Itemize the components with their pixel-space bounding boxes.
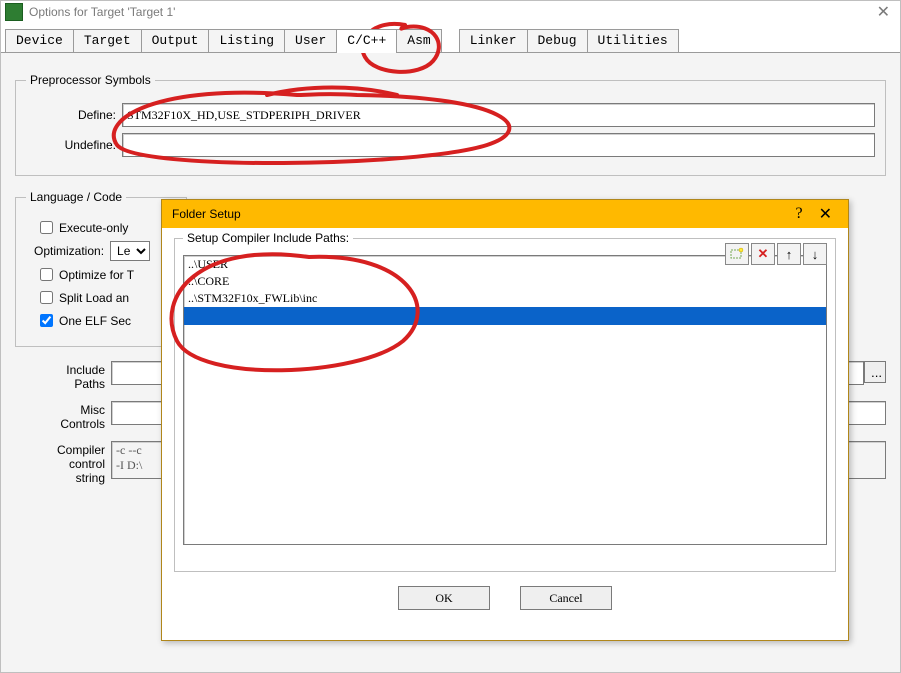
tab-listing[interactable]: Listing [208, 29, 285, 52]
include-paths-group: Setup Compiler Include Paths: ✕ ↑ ↓ ..\U… [174, 238, 836, 572]
list-item-selected[interactable] [184, 307, 826, 325]
optimization-label: Optimization: [34, 244, 104, 258]
undefine-label: Undefine: [26, 138, 116, 152]
list-item[interactable]: ..\CORE [184, 273, 826, 290]
tab-output[interactable]: Output [141, 29, 210, 52]
preprocessor-group: Preprocessor Symbols Define: Undefine: [15, 73, 886, 176]
one-elf-checkbox[interactable] [40, 314, 53, 327]
modal-title: Folder Setup [172, 207, 785, 221]
modal-ok-button[interactable]: OK [398, 586, 490, 610]
tab-target[interactable]: Target [73, 29, 142, 52]
include-paths-label: Include Paths [15, 361, 105, 391]
folder-setup-dialog: Folder Setup ? ✕ Setup Compiler Include … [161, 199, 849, 641]
include-paths-browse-button[interactable]: ... [864, 361, 886, 383]
language-legend: Language / Code [26, 190, 126, 204]
compiler-string-label: Compiler control string [15, 441, 105, 485]
move-up-icon[interactable]: ↑ [777, 243, 801, 265]
new-folder-icon[interactable] [725, 243, 749, 265]
split-load-checkbox[interactable] [40, 291, 53, 304]
modal-close-icon[interactable]: ✕ [813, 204, 838, 224]
optimize-time-label: Optimize for T [59, 268, 134, 282]
define-label: Define: [26, 108, 116, 122]
preprocessor-legend: Preprocessor Symbols [26, 73, 155, 87]
undefine-input[interactable] [122, 133, 875, 157]
title-bar: Options for Target 'Target 1' ✕ [1, 1, 900, 23]
modal-title-bar: Folder Setup ? ✕ [162, 200, 848, 228]
list-item[interactable]: ..\STM32F10x_FWLib\inc [184, 290, 826, 307]
close-icon[interactable]: ✕ [871, 2, 896, 22]
tab-utilities[interactable]: Utilities [587, 29, 679, 52]
tab-cc[interactable]: C/C++ [336, 29, 397, 52]
delete-icon[interactable]: ✕ [751, 243, 775, 265]
split-load-label: Split Load an [59, 291, 129, 305]
optimize-time-checkbox[interactable] [40, 268, 53, 281]
tab-linker[interactable]: Linker [459, 29, 528, 52]
execute-only-checkbox[interactable] [40, 221, 53, 234]
tab-user[interactable]: User [284, 29, 337, 52]
options-dialog: Options for Target 'Target 1' ✕ DeviceTa… [0, 0, 901, 673]
include-paths-list[interactable]: ..\USER..\CORE..\STM32F10x_FWLib\inc [183, 255, 827, 545]
window-title: Options for Target 'Target 1' [29, 5, 871, 19]
help-icon[interactable]: ? [785, 205, 812, 223]
one-elf-label: One ELF Sec [59, 314, 131, 328]
tab-debug[interactable]: Debug [527, 29, 588, 52]
tab-asm[interactable]: Asm [396, 29, 441, 52]
tab-strip: DeviceTargetOutputListingUserC/C++Asm Lin… [1, 23, 900, 53]
app-icon [5, 3, 23, 21]
execute-only-label: Execute-only [59, 221, 128, 235]
modal-button-strip: OK Cancel [174, 586, 836, 610]
misc-controls-label: Misc Controls [15, 401, 105, 431]
modal-toolbar: ✕ ↑ ↓ [725, 243, 827, 265]
modal-body: Setup Compiler Include Paths: ✕ ↑ ↓ ..\U… [162, 228, 848, 620]
include-paths-group-label: Setup Compiler Include Paths: [183, 231, 353, 245]
modal-cancel-button[interactable]: Cancel [520, 586, 612, 610]
define-input[interactable] [122, 103, 875, 127]
tab-device[interactable]: Device [5, 29, 74, 52]
optimization-combo[interactable]: Le [110, 241, 150, 261]
move-down-icon[interactable]: ↓ [803, 243, 827, 265]
